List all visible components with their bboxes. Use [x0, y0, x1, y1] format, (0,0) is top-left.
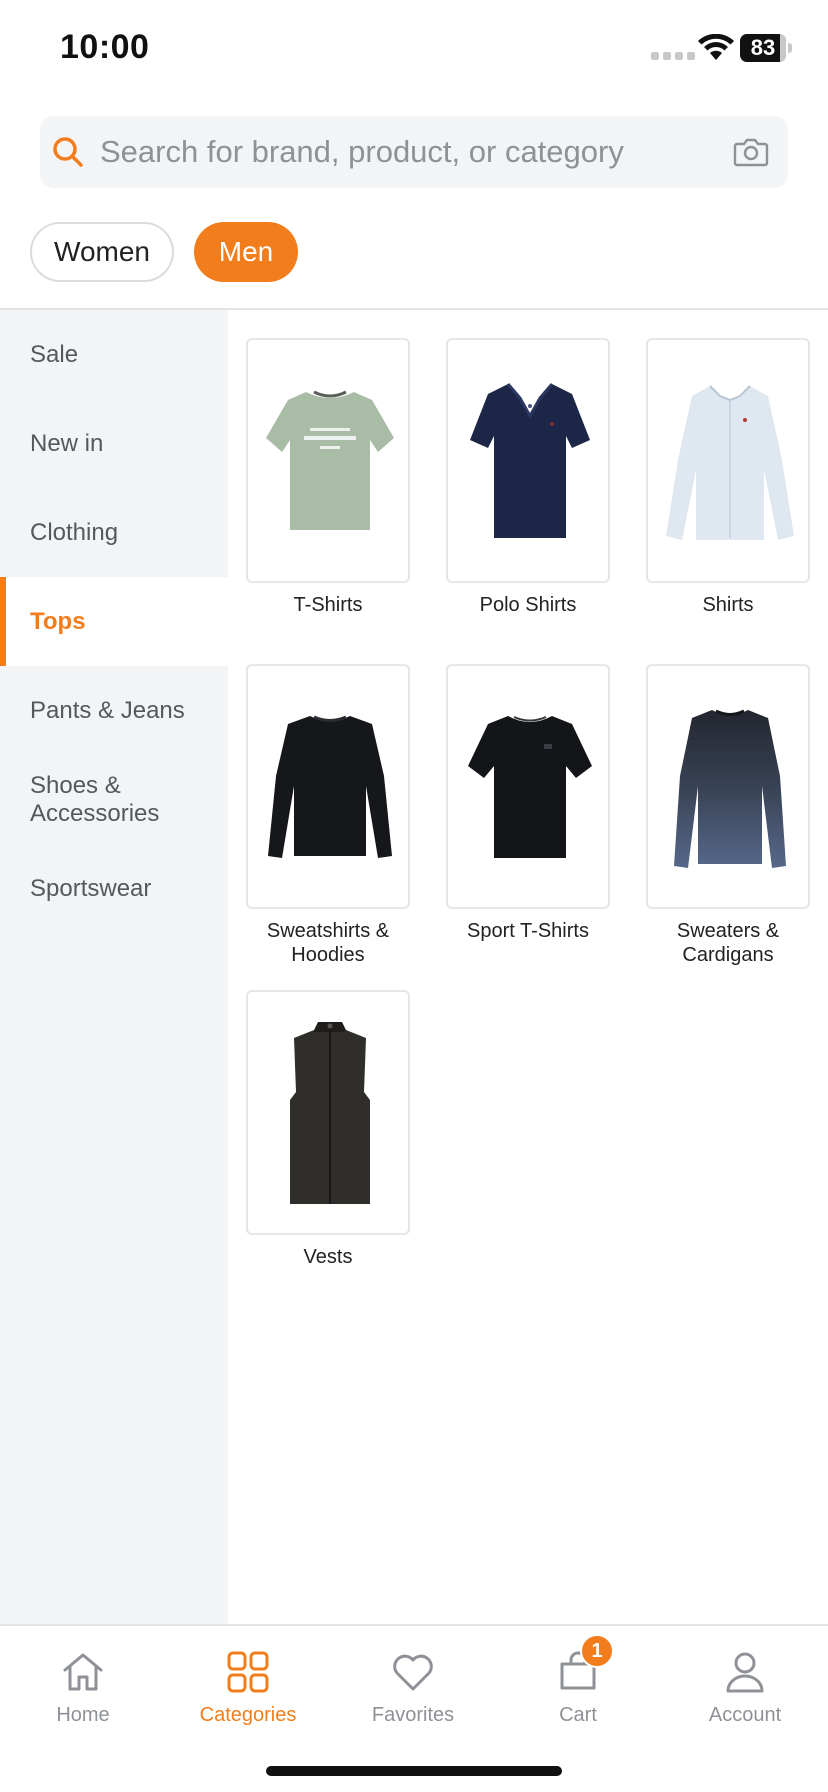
category-tile-sweaters-cardigans[interactable]: Sweaters & Cardigans — [646, 664, 810, 967]
category-tile-sport-tshirts[interactable]: Sport T-Shirts — [446, 664, 610, 943]
status-time: 10:00 — [60, 28, 150, 66]
heart-icon — [393, 1654, 433, 1691]
category-tile-shirts[interactable]: Shirts — [646, 338, 810, 617]
battery-icon: 83 — [740, 34, 792, 62]
category-label: T-Shirts — [293, 594, 363, 616]
nav-favorites[interactable]: Favorites — [343, 1640, 483, 1740]
sidebar-item-shoes-accessories[interactable]: Shoes & Accessories — [0, 755, 200, 844]
search-icon — [53, 137, 83, 167]
nav-home[interactable]: Home — [13, 1640, 153, 1740]
sport-tshirt-image — [446, 664, 610, 909]
grid-icon — [227, 1651, 269, 1693]
home-indicator[interactable] — [266, 1766, 562, 1776]
sidebar-item-sportswear[interactable]: Sportswear — [0, 844, 228, 933]
wifi-icon — [698, 34, 734, 60]
camera-icon[interactable] — [732, 133, 770, 171]
status-bar: 10:00 83 — [0, 0, 828, 100]
cellular-signal-icon — [651, 52, 695, 60]
nav-label-account: Account — [708, 1704, 782, 1726]
category-tile-vests[interactable]: Vests — [246, 990, 410, 1269]
user-icon — [726, 1652, 764, 1693]
cart-icon-wrap: 1 — [554, 1634, 614, 1696]
nav-cart[interactable]: 1 Cart — [508, 1634, 648, 1740]
search-bar[interactable] — [40, 116, 788, 188]
category-tile-tshirts[interactable]: T-Shirts — [246, 338, 410, 617]
sweatshirt-image — [246, 664, 410, 909]
nav-label-favorites: Favorites — [371, 1704, 455, 1726]
category-tile-polo-shirts[interactable]: Polo Shirts — [446, 338, 610, 617]
category-label: Sport T-Shirts — [467, 920, 589, 942]
category-label: Shirts — [702, 594, 754, 616]
sidebar-item-clothing[interactable]: Clothing — [0, 488, 228, 577]
category-label: Vests — [303, 1246, 353, 1268]
tshirt-image — [246, 338, 410, 583]
search-input[interactable] — [100, 116, 700, 188]
sidebar-item-sale[interactable]: Sale — [0, 310, 228, 399]
vest-image — [246, 990, 410, 1235]
nav-label-cart: Cart — [559, 1704, 597, 1726]
gender-tab-women[interactable]: Women — [30, 222, 174, 282]
category-label: Sweatshirts & Hoodies — [266, 920, 390, 966]
home-icon — [63, 1653, 103, 1691]
nav-label-home: Home — [56, 1704, 110, 1726]
gender-tab-men[interactable]: Men — [194, 222, 298, 282]
category-tile-sweatshirts-hoodies[interactable]: Sweatshirts & Hoodies — [246, 664, 410, 967]
nav-account[interactable]: Account — [675, 1640, 815, 1740]
category-label: Sweaters & Cardigans — [676, 920, 780, 966]
nav-categories[interactable]: Categories — [178, 1640, 318, 1740]
category-label: Polo Shirts — [479, 594, 577, 616]
shirt-image — [646, 338, 810, 583]
polo-shirt-image — [446, 338, 610, 583]
sidebar-item-tops[interactable]: Tops — [0, 577, 228, 666]
sidebar-item-new-in[interactable]: New in — [0, 399, 228, 488]
nav-label-categories: Categories — [199, 1704, 297, 1726]
cart-badge: 1 — [580, 1634, 614, 1668]
battery-level: 83 — [750, 35, 776, 60]
sweater-image — [646, 664, 810, 909]
category-sidebar: Sale New in Clothing Tops Pants & Jeans … — [0, 310, 228, 1625]
sidebar-item-pants-jeans[interactable]: Pants & Jeans — [0, 666, 228, 755]
